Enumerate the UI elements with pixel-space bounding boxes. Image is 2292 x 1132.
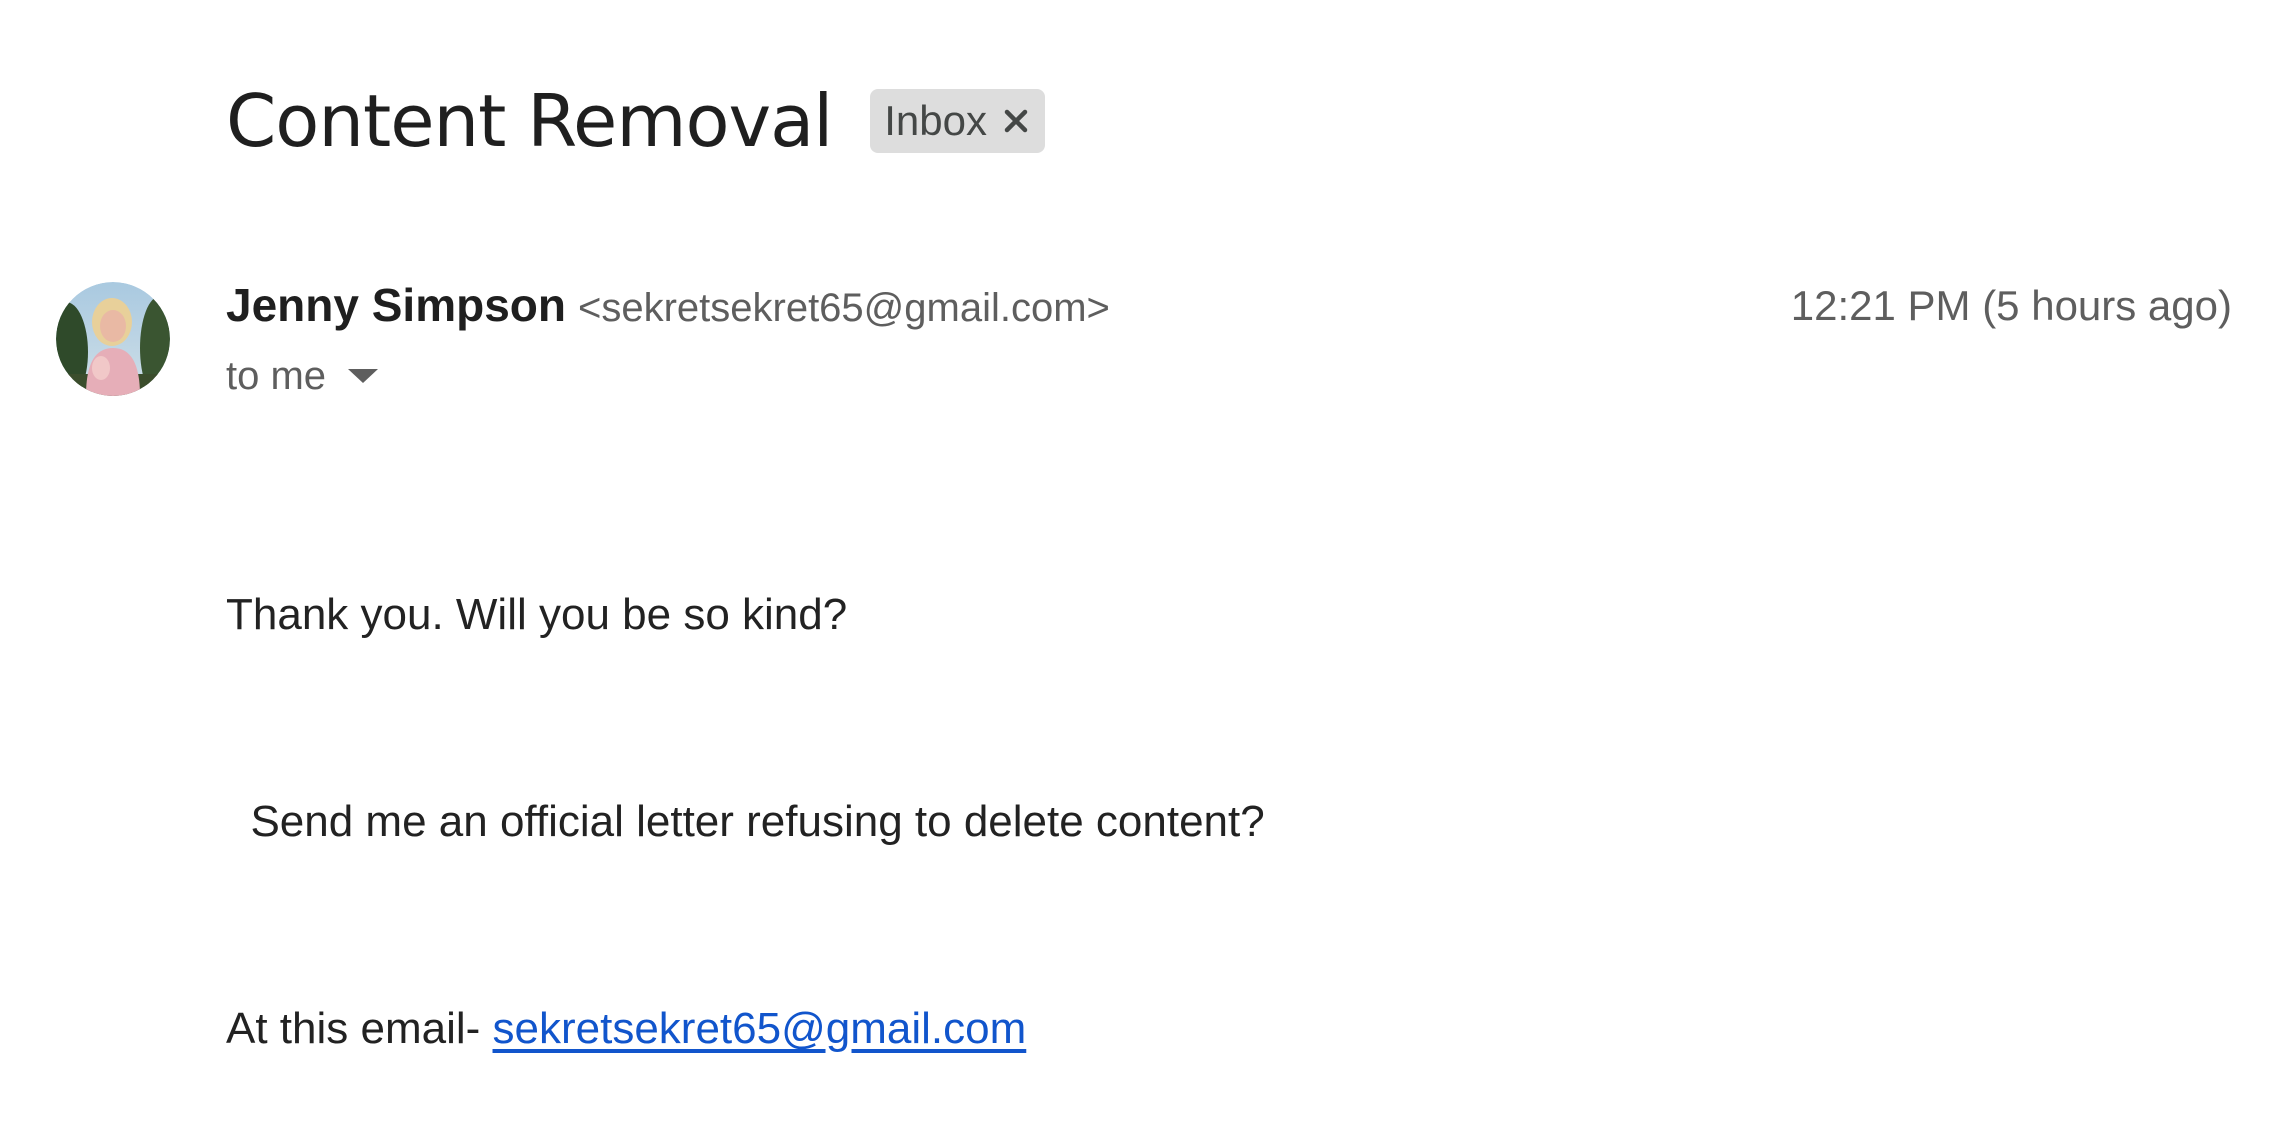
sender-name[interactable]: Jenny Simpson <box>226 278 566 332</box>
email-address-link[interactable]: sekretsekret65@gmail.com <box>493 1004 1027 1053</box>
inbox-label-chip[interactable]: Inbox <box>870 89 1045 153</box>
sender-avatar[interactable] <box>56 282 170 396</box>
email-timestamp: 12:21 PM (5 hours ago) <box>1790 282 2232 329</box>
recipient-details-toggle[interactable]: to me <box>226 350 379 402</box>
sender-row: Jenny Simpson <sekretsekret65@gmail.com> <box>226 278 1110 334</box>
email-body-line: At this email- sekretsekret65@gmail.com <box>226 994 1265 1063</box>
close-icon[interactable] <box>1001 106 1031 136</box>
email-body-prefix: At this email- <box>226 1004 493 1053</box>
email-body-line: Send me an official letter refusing to d… <box>226 797 1265 846</box>
inbox-label-text: Inbox <box>884 97 987 144</box>
email-subject: Content Removal <box>226 79 833 163</box>
recipient-text: to me <box>226 353 327 398</box>
email-body-line: Thank you. Will you be so kind? <box>226 590 848 639</box>
sender-email: <sekretsekret65@gmail.com> <box>577 286 1110 330</box>
email-body: Thank you. Will you be so kind? Send me … <box>226 442 1265 1132</box>
email-subject-row: Content Removal Inbox <box>226 76 1045 166</box>
caret-down-icon[interactable] <box>348 369 379 383</box>
